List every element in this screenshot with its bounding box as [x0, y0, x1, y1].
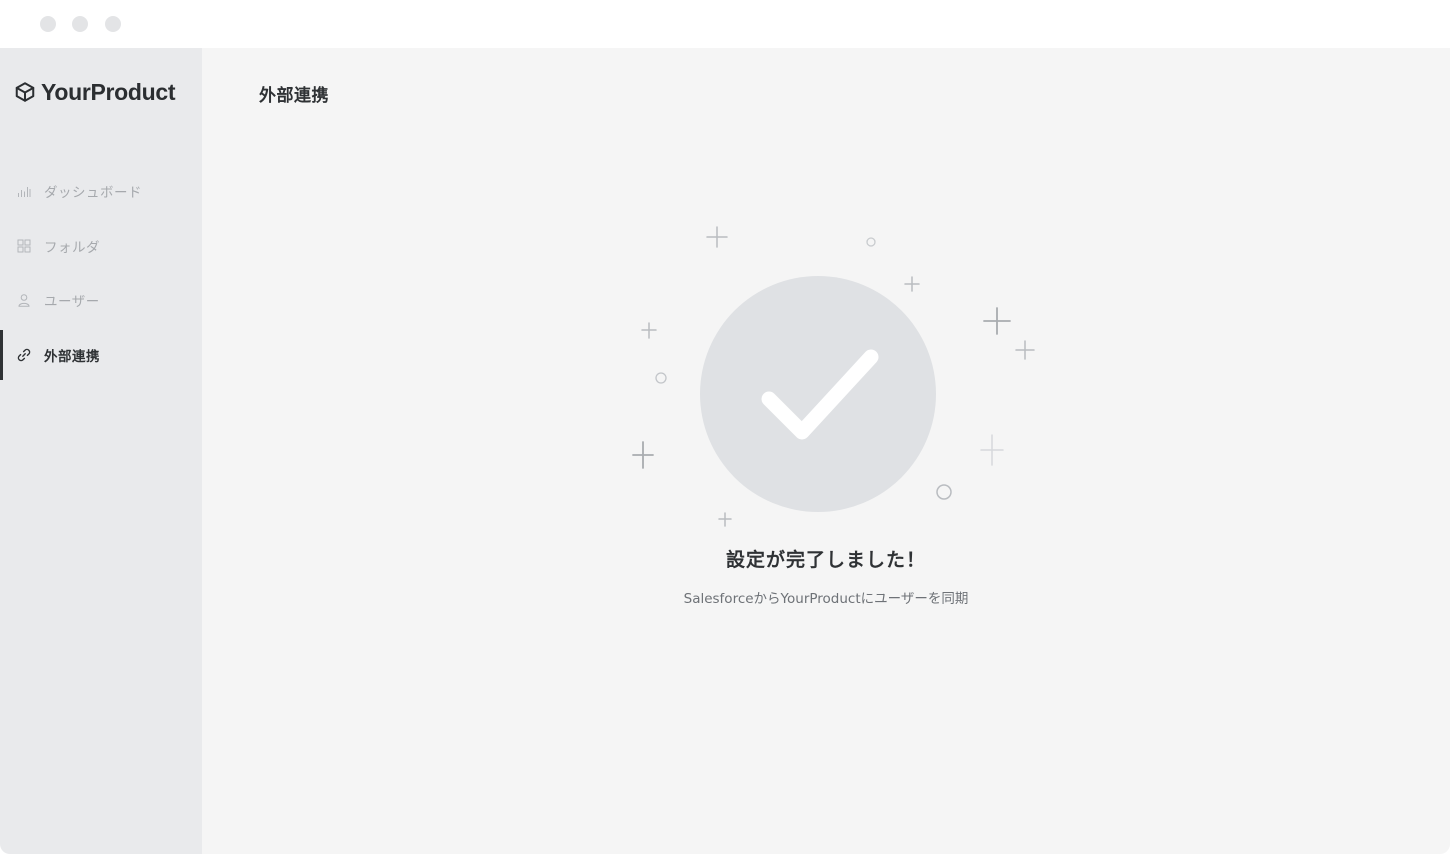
cube-icon	[14, 81, 36, 103]
bubble-icon	[655, 372, 667, 384]
success-illustration	[632, 226, 1035, 527]
sidebar: YourProduct ダッシュボード フォルダ ユーザー 外部連携	[0, 48, 202, 854]
sparkle-icon	[718, 512, 732, 527]
sidebar-item-label: ダッシュボード	[44, 185, 142, 201]
bubble-icon	[936, 484, 952, 500]
sparkle-icon	[980, 434, 1004, 466]
sparkle-icon	[904, 276, 920, 292]
sidebar-item-label: フォルダ	[44, 240, 100, 256]
app-logo[interactable]: YourProduct	[14, 78, 176, 106]
bar-chart-icon	[17, 184, 31, 198]
window-maximize-button[interactable]	[105, 16, 121, 32]
success-circle	[700, 276, 936, 512]
main-content: 外部連携 設定が完了しました！ SalesforceからYourProductに…	[202, 48, 1450, 854]
sparkle-icon	[706, 226, 728, 248]
window-close-button[interactable]	[40, 16, 56, 32]
sidebar-item-dashboard[interactable]: ダッシュボード	[0, 166, 202, 216]
link-icon	[17, 348, 31, 362]
sparkle-icon	[632, 441, 654, 469]
app-window: YourProduct ダッシュボード フォルダ ユーザー 外部連携 外部連携 …	[0, 0, 1450, 854]
sidebar-item-users[interactable]: ユーザー	[0, 275, 202, 325]
sidebar-item-folder[interactable]: フォルダ	[0, 221, 202, 271]
grid-icon	[17, 239, 31, 253]
window-titlebar	[0, 0, 1450, 48]
sparkle-icon	[983, 307, 1011, 335]
sidebar-item-label: 外部連携	[44, 349, 100, 365]
success-title: 設定が完了しました！	[725, 549, 926, 571]
sidebar-item-label: ユーザー	[44, 294, 100, 310]
bubble-icon	[866, 237, 876, 247]
sparkle-icon	[1015, 340, 1035, 360]
app-logo-text: YourProduct	[41, 78, 176, 105]
success-subtitle: SalesforceからYourProductにユーザーを同期	[683, 591, 969, 607]
sparkle-icon	[641, 322, 657, 339]
sidebar-item-integrations[interactable]: 外部連携	[0, 330, 202, 380]
user-icon	[17, 293, 31, 307]
window-minimize-button[interactable]	[72, 16, 88, 32]
